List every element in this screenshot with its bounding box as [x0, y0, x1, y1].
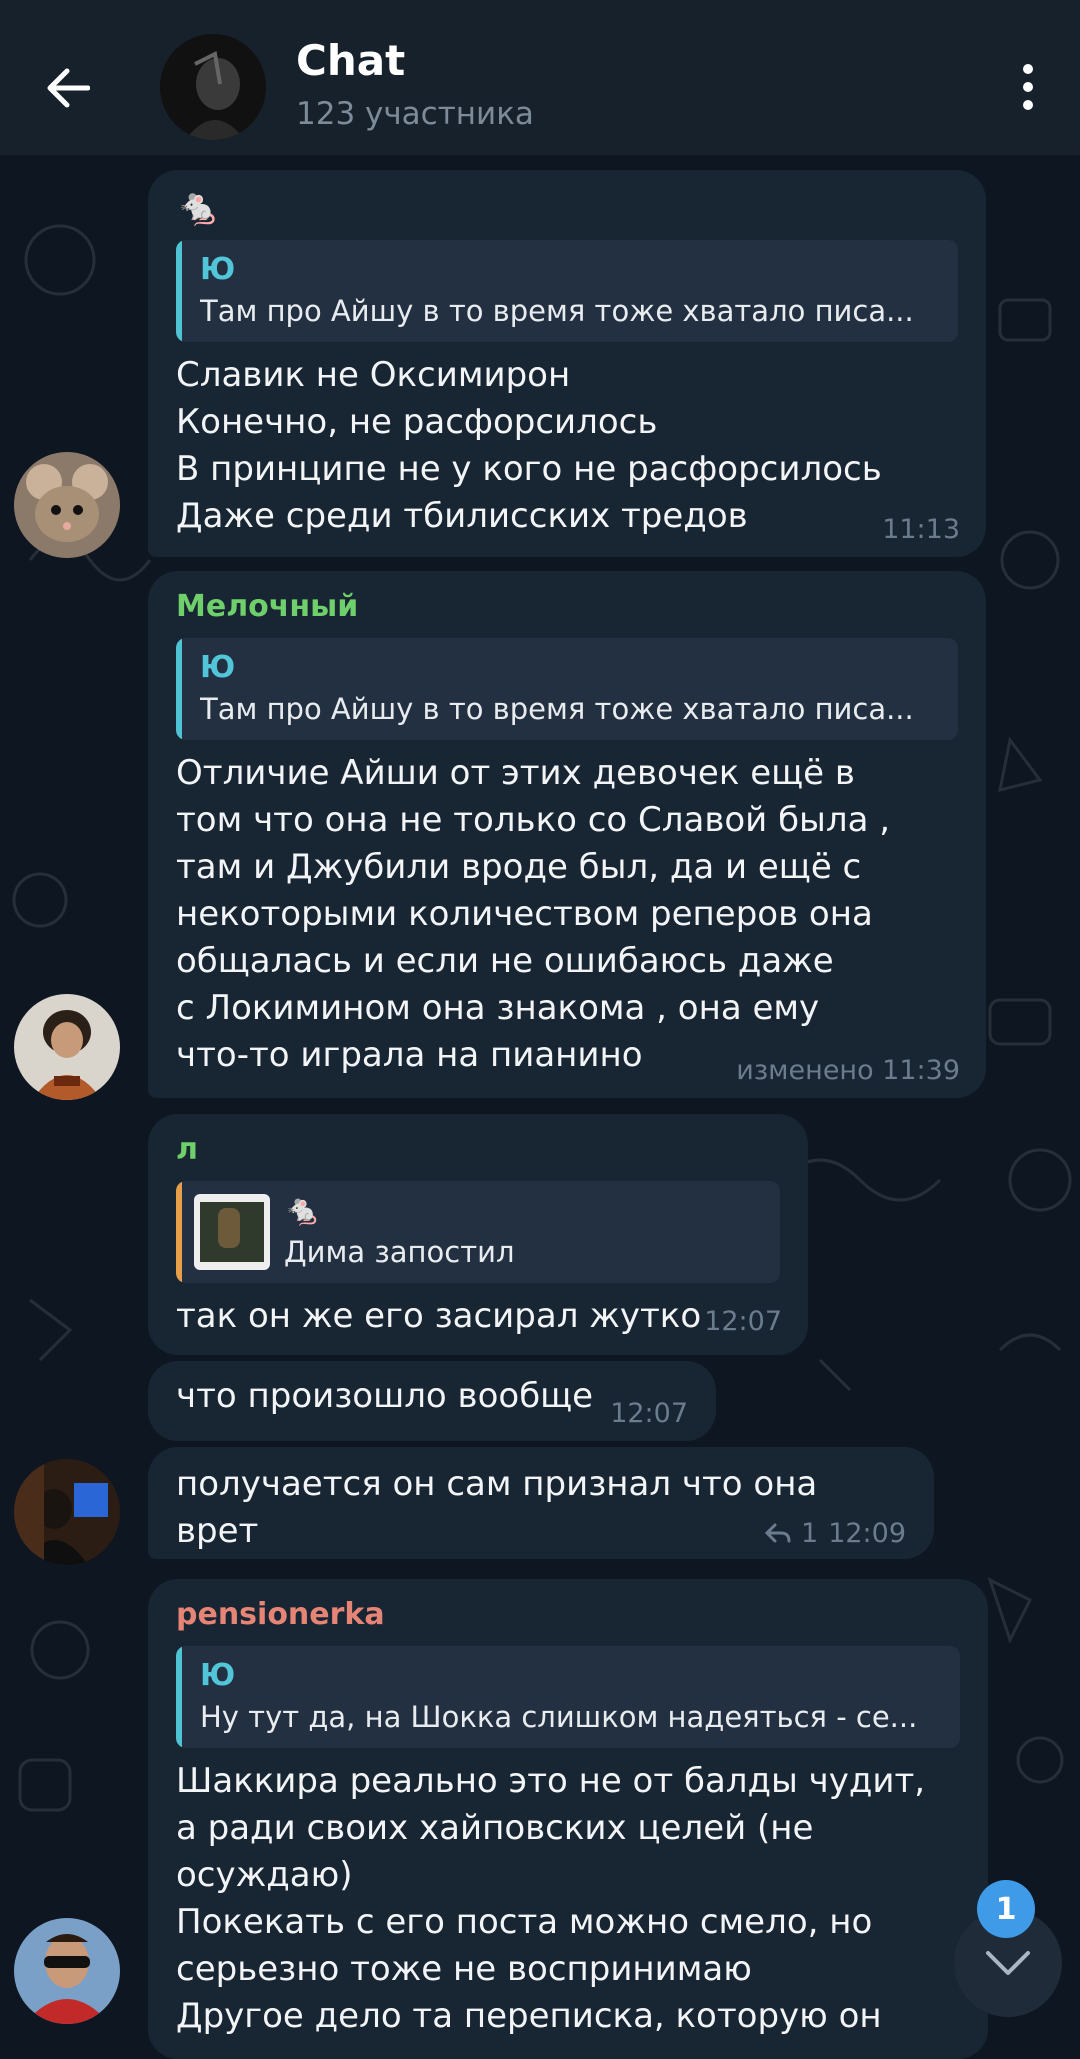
message-text: так он же его засирал жутко	[176, 1296, 702, 1336]
unread-count-badge[interactable]: 1	[977, 1880, 1035, 1938]
reply-author: Ю	[200, 650, 236, 685]
reply-text: Там про Айшу в то время тоже хватало пис…	[200, 294, 914, 328]
dot-icon	[1023, 64, 1033, 74]
message-text: Славик не Оксимирон Конечно, не расфорси…	[176, 355, 882, 536]
reply-preview[interactable]: Ю Ну тут да, на Шокка слишком надеяться …	[176, 1646, 960, 1748]
sender-name[interactable]: pensionerka	[176, 1597, 960, 1632]
message-bubble[interactable]: что произошло вообще 12:07	[148, 1361, 716, 1441]
dot-icon	[1023, 82, 1033, 92]
reply-author: Ю	[200, 1658, 236, 1693]
chat-title[interactable]: Chat	[296, 36, 405, 85]
avatar[interactable]	[14, 994, 120, 1100]
dot-icon	[1023, 100, 1033, 110]
avatar[interactable]	[14, 1918, 120, 2024]
reply-thumbnail	[194, 1194, 270, 1270]
message-time: 11:13	[882, 514, 960, 545]
sender-name[interactable]: л	[176, 1132, 780, 1167]
message-text: Шаккира реально это не от балды чудит, а…	[176, 1761, 926, 2036]
message-bubble[interactable]: л 🐁 Дима запостил так он же его засирал …	[148, 1114, 808, 1355]
reply-text: Ну тут да, на Шокка слишком надеяться - …	[200, 1700, 918, 1734]
message-time: 12:07	[610, 1398, 688, 1429]
reply-author: Ю	[200, 252, 236, 287]
reply-text: Там про Айшу в то время тоже хватало пис…	[200, 692, 914, 726]
chat-header: Chat 123 участника	[0, 0, 1080, 155]
message-bubble[interactable]: 🐁 Ю Там про Айшу в то время тоже хватало…	[148, 170, 986, 557]
message-bubble[interactable]: получается он сам признал что она врет 1…	[148, 1447, 934, 1559]
message-time: изменено 11:39	[736, 1055, 960, 1086]
reply-count[interactable]: 1	[801, 1518, 818, 1549]
reply-text: Дима запостил	[284, 1235, 515, 1269]
message-meta: 1 12:09	[765, 1518, 906, 1549]
message-bubble[interactable]: pensionerka Ю Ну тут да, на Шокка слишко…	[148, 1579, 988, 2059]
reply-preview[interactable]: Ю Там про Айшу в то время тоже хватало п…	[176, 638, 958, 740]
reply-author: 🐁	[284, 1193, 322, 1228]
message-bubble[interactable]: Мелочный Ю Там про Айшу в то время тоже …	[148, 571, 986, 1098]
avatar[interactable]	[14, 1459, 120, 1565]
reply-arrow-icon	[765, 1523, 791, 1542]
avatar[interactable]	[14, 452, 120, 558]
back-button[interactable]	[28, 48, 108, 128]
message-text: Отличие Айши от этих девочек ещё в том ч…	[176, 753, 891, 1075]
sender-name[interactable]: Мелочный	[176, 589, 958, 624]
more-options-button[interactable]	[998, 52, 1058, 122]
member-count: 123 участника	[296, 96, 534, 132]
reply-preview[interactable]: 🐁 Дима запостил	[176, 1181, 780, 1283]
reply-preview[interactable]: Ю Там про Айшу в то время тоже хватало п…	[176, 240, 958, 342]
chevron-down-icon	[986, 1951, 1030, 1975]
arrow-left-icon	[47, 68, 90, 108]
sender-name[interactable]: 🐁	[176, 188, 958, 228]
message-time: 12:07	[704, 1306, 782, 1337]
chat-avatar[interactable]	[160, 34, 266, 140]
message-time: 12:09	[828, 1518, 906, 1549]
